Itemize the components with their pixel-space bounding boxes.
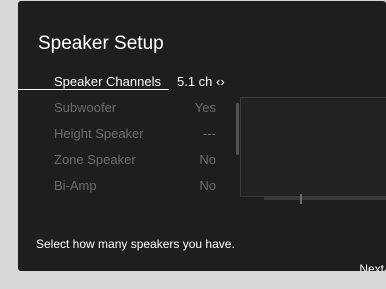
menu-item-label: Bi-Amp [54,178,97,193]
menu-item-subwoofer[interactable]: Subwoofer Yes [18,96,238,118]
menu-item-value[interactable]: 5.1 ch ‹› [177,74,225,89]
menu-item-bi-amp[interactable]: Bi-Amp No [18,174,238,196]
menu-item-zone-speaker[interactable]: Zone Speaker No [18,148,238,170]
page-title: Speaker Setup [38,33,164,54]
menu-item-label: Zone Speaker [54,152,136,167]
speaker-preview-panel [240,97,386,197]
menu-item-label: Speaker Channels [54,74,161,89]
menu-item-value: Yes [194,100,216,115]
menu-item-value: No [199,152,216,167]
preview-marker [300,194,302,204]
menu-item-value: No [199,178,216,193]
menu-item-height-speaker[interactable]: Height Speaker --- [18,122,238,144]
menu-item-value: --- [203,126,216,141]
preview-base [264,197,386,200]
selection-underline [18,89,169,90]
next-button[interactable]: Next [359,262,384,271]
scrollbar[interactable] [236,103,239,155]
help-text: Select how many speakers you have. [36,237,235,251]
speaker-setup-screen: Speaker Setup Speaker Channels 5.1 ch ‹›… [18,1,386,271]
menu-item-label: Height Speaker [54,126,144,141]
menu-item-label: Subwoofer [54,100,117,115]
